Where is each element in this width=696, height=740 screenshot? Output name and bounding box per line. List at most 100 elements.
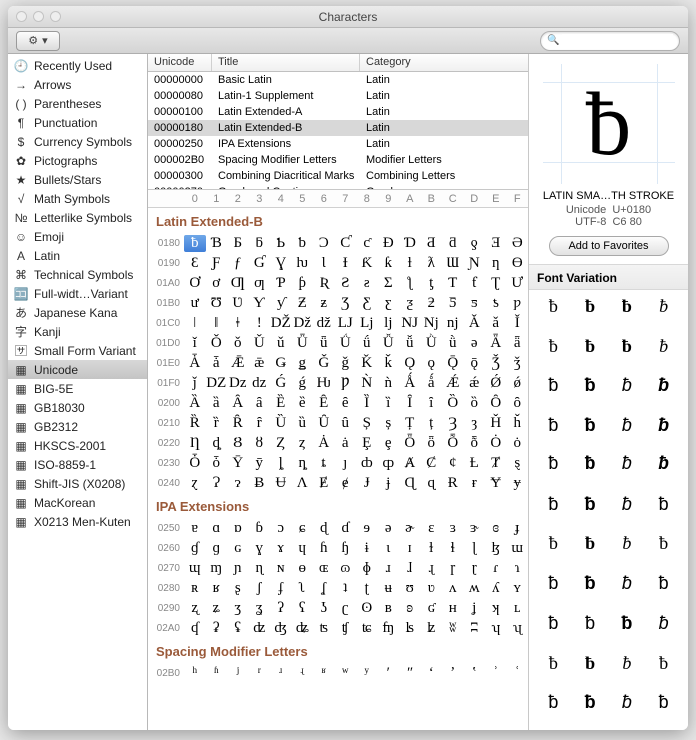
glyph-cell[interactable]: Ɩ — [313, 255, 335, 272]
font-variant-cell[interactable]: ƀ — [535, 490, 572, 530]
glyph-cell[interactable]: ɕ — [292, 520, 314, 537]
glyph-cell[interactable]: Ƅ — [270, 235, 292, 252]
glyph-cell[interactable]: Ǥ — [270, 355, 292, 372]
glyph-cell[interactable]: ǔ — [270, 335, 292, 352]
glyph-cell[interactable]: Ɍ — [442, 475, 464, 492]
sidebar-item-big5e[interactable]: ▦BIG-5E — [8, 379, 147, 398]
glyph-cell[interactable]: ǌ — [442, 315, 464, 332]
sidebar-item-x0213-men-kuten[interactable]: ▦X0213 Men-Kuten — [8, 512, 147, 531]
glyph-cell[interactable]: ȹ — [378, 455, 400, 472]
font-variant-cell[interactable]: ƀ — [645, 688, 682, 728]
glyph-cell[interactable]: Ș — [356, 415, 378, 432]
glyph-cell[interactable]: ʱ — [206, 665, 228, 682]
glyph-cell[interactable]: ƙ — [378, 255, 400, 272]
sidebar-item-recently-used[interactable]: 🕘Recently Used — [8, 56, 147, 75]
glyph-cell[interactable]: Ȱ — [184, 455, 206, 472]
glyph-cell[interactable]: ʃ — [249, 580, 271, 597]
glyph-cell[interactable]: ƽ — [464, 295, 486, 312]
glyph-cell[interactable]: ǡ — [206, 355, 228, 372]
glyph-cell[interactable]: Ɣ — [270, 255, 292, 272]
close-window-button[interactable] — [16, 11, 27, 22]
glyph-cell[interactable]: ȼ — [442, 455, 464, 472]
glyph-cell[interactable]: Ȝ — [442, 415, 464, 432]
font-variant-cell[interactable]: ƀ — [572, 411, 609, 451]
glyph-cell[interactable]: Ǝ — [485, 235, 507, 252]
sidebar-item-shift-jis-x0208[interactable]: ▦Shift-JIS (X0208) — [8, 474, 147, 493]
glyph-cell[interactable]: ʅ — [292, 580, 314, 597]
glyph-cell[interactable]: ɶ — [313, 560, 335, 577]
glyph-cell[interactable]: Ǿ — [485, 375, 507, 392]
font-variant-cell[interactable]: ƀ — [609, 490, 646, 530]
glyph-cell[interactable]: ə — [378, 520, 400, 537]
glyph-cell[interactable]: Ƭ — [442, 275, 464, 292]
glyph-cell[interactable]: Ɯ — [442, 255, 464, 272]
glyph-cell[interactable]: ɧ — [335, 540, 357, 557]
glyph-cell[interactable]: ɢ — [227, 540, 249, 557]
sidebar-item-emoji[interactable]: ☺Emoji — [8, 227, 147, 246]
glyph-cell[interactable]: ɨ — [356, 540, 378, 557]
glyph-cell[interactable]: ǅ — [292, 315, 314, 332]
glyph-cell[interactable]: ɳ — [249, 560, 271, 577]
glyph-cell[interactable]: ʗ — [335, 600, 357, 617]
font-variant-cell[interactable]: ƀ — [609, 529, 646, 569]
glyph-cell[interactable]: ʂ — [227, 580, 249, 597]
font-variant-cell[interactable]: ƀ — [572, 490, 609, 530]
glyph-cell[interactable]: ɑ — [206, 520, 228, 537]
sidebar-item-gb2312[interactable]: ▦GB2312 — [8, 417, 147, 436]
glyph-cell[interactable]: Ƴ — [249, 295, 271, 312]
sidebar-item-currency-symbols[interactable]: $Currency Symbols — [8, 132, 147, 151]
table-row[interactable]: 00000100Latin Extended-ALatin — [148, 104, 528, 120]
glyph-cell[interactable]: ȏ — [507, 395, 529, 412]
glyph-cell[interactable]: ɝ — [464, 520, 486, 537]
glyph-cell[interactable]: ȿ — [507, 455, 529, 472]
glyph-cell[interactable]: ǈ — [356, 315, 378, 332]
glyph-cell[interactable]: ơ — [206, 275, 228, 292]
glyph-cell[interactable]: Ʊ — [206, 295, 228, 312]
glyph-cell[interactable]: Ǌ — [399, 315, 421, 332]
table-row[interactable]: 00000080Latin-1 SupplementLatin — [148, 88, 528, 104]
glyph-cell[interactable]: ʫ — [421, 620, 443, 637]
glyph-cell[interactable]: ȕ — [292, 415, 314, 432]
font-variant-cell[interactable]: ƀ — [535, 688, 572, 728]
col-category[interactable]: Category — [360, 54, 528, 71]
glyph-cell[interactable]: Ǣ — [227, 355, 249, 372]
glyph-cell[interactable]: ɚ — [399, 520, 421, 537]
glyph-cell[interactable]: ʁ — [206, 580, 228, 597]
glyph-cell[interactable]: ɤ — [270, 540, 292, 557]
glyph-cell[interactable]: Ȉ — [356, 395, 378, 412]
glyph-cell[interactable]: Ǒ — [206, 335, 228, 352]
glyph-cell[interactable]: ȱ — [206, 455, 228, 472]
glyph-cell[interactable]: ȓ — [249, 415, 271, 432]
glyph-cell[interactable]: ɹ — [378, 560, 400, 577]
glyph-cell[interactable]: ǩ — [378, 355, 400, 372]
glyph-cell[interactable]: ʻ — [421, 665, 443, 682]
glyph-cell[interactable]: ɞ — [485, 520, 507, 537]
glyph-cell[interactable]: ɴ — [270, 560, 292, 577]
glyph-cell[interactable]: ɽ — [464, 560, 486, 577]
glyph-cell[interactable]: ʛ — [421, 600, 443, 617]
glyph-cell[interactable]: ȶ — [313, 455, 335, 472]
glyph-cell[interactable]: ʡ — [206, 620, 228, 637]
glyph-cell[interactable]: Ɖ — [378, 235, 400, 252]
glyph-cell[interactable]: Ɛ — [184, 255, 206, 272]
glyph-cell[interactable]: ʖ — [313, 600, 335, 617]
glyph-cell[interactable]: Ǫ — [399, 355, 421, 372]
glyph-cell[interactable]: ǹ — [378, 375, 400, 392]
glyph-cell[interactable]: ƚ — [399, 255, 421, 272]
glyph-cell[interactable]: ɵ — [292, 560, 314, 577]
glyph-cell[interactable]: ɱ — [206, 560, 228, 577]
glyph-cell[interactable]: ǀ — [184, 315, 206, 332]
glyph-cell[interactable]: Ɗ — [399, 235, 421, 252]
minimize-window-button[interactable] — [33, 11, 44, 22]
glyph-cell[interactable]: ʠ — [184, 620, 206, 637]
glyph-cell[interactable]: Ǎ — [464, 315, 486, 332]
font-variant-cell[interactable]: ƀ — [535, 411, 572, 451]
glyph-cell[interactable]: Ƥ — [270, 275, 292, 292]
table-row[interactable]: 00000000Basic LatinLatin — [148, 72, 528, 88]
glyph-cell[interactable]: Ƙ — [356, 255, 378, 272]
glyph-cell[interactable]: Ƿ — [335, 375, 357, 392]
glyph-cell[interactable]: ʞ — [485, 600, 507, 617]
glyph-cell[interactable]: ʕ — [292, 600, 314, 617]
glyph-cell[interactable]: Ȧ — [313, 435, 335, 452]
glyph-cell[interactable]: ƨ — [356, 275, 378, 292]
